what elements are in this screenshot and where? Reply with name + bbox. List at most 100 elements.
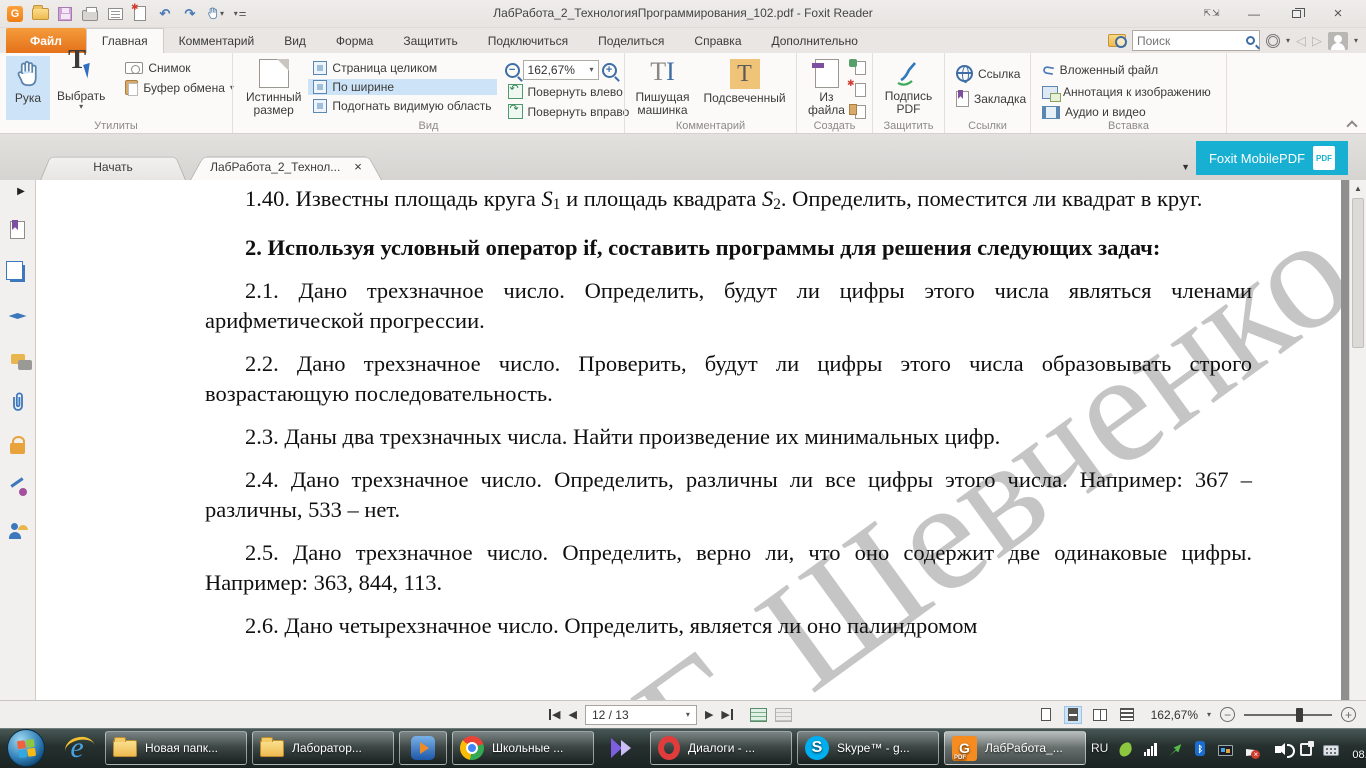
go-to-page-view-icon[interactable] xyxy=(750,708,767,722)
start-button[interactable] xyxy=(7,729,45,767)
print-icon[interactable] xyxy=(81,5,99,23)
tab-document[interactable]: ЛабРабота_2_Технол... × xyxy=(190,153,382,180)
fullscreen-icon[interactable]: ⇱⇲ xyxy=(1192,4,1232,24)
zoom-combobox[interactable]: 162,67%▾ xyxy=(523,60,599,80)
search-icon[interactable] xyxy=(1246,36,1255,45)
attach-file-button[interactable]: ⊂Вложенный файл xyxy=(1037,60,1216,80)
link-button[interactable]: Ссылка xyxy=(951,64,1031,83)
search-box[interactable] xyxy=(1132,30,1260,51)
tab-comment[interactable]: Комментарий xyxy=(164,28,270,53)
bookmark-button[interactable]: Закладка xyxy=(951,90,1031,108)
zoom-in-icon[interactable]: + xyxy=(602,63,617,78)
network-signal-icon[interactable] xyxy=(1142,740,1158,756)
taskbar-chrome-button[interactable]: Школьные ... xyxy=(452,731,594,765)
undo-icon[interactable]: ↶ xyxy=(156,5,174,23)
action-center-icon[interactable] xyxy=(1242,740,1258,756)
page-number-box[interactable]: 12 / 13▾ xyxy=(585,705,697,725)
scheduler-tray-icon[interactable] xyxy=(1298,740,1314,756)
minimize-button[interactable]: — xyxy=(1234,4,1274,24)
touch-keyboard-icon[interactable] xyxy=(1323,740,1339,756)
signature-panel-icon[interactable] xyxy=(8,478,28,498)
snapshot-button[interactable]: Снимок xyxy=(120,60,239,76)
foxit-mobilepdf-button[interactable]: Foxit MobilePDF PDF xyxy=(1196,141,1348,175)
hand-tool-icon[interactable]: ▾ xyxy=(206,5,224,23)
account-avatar[interactable] xyxy=(1328,32,1348,50)
save-icon[interactable] xyxy=(56,5,74,23)
taskbar-foxit-button[interactable]: GЛабРабота_... xyxy=(944,731,1086,765)
attachments-panel-icon[interactable] xyxy=(8,392,28,412)
typewriter-button[interactable]: TI Пишущая машинка xyxy=(628,56,696,120)
tab-share[interactable]: Поделиться xyxy=(583,28,679,53)
zoom-out-icon[interactable]: − xyxy=(505,63,520,78)
tab-home[interactable]: Главная xyxy=(86,28,164,53)
tab-connect[interactable]: Подключиться xyxy=(473,28,583,53)
taskbar-skype-button[interactable]: SSkype™ - g... xyxy=(797,731,939,765)
security-panel-icon[interactable] xyxy=(8,435,28,455)
usb-eject-icon[interactable] xyxy=(1167,740,1183,756)
search-folder-icon[interactable] xyxy=(1108,34,1126,47)
antivirus-tray-icon[interactable] xyxy=(1117,740,1133,756)
continuous-view-icon[interactable] xyxy=(1064,706,1082,724)
customize-toolbar-icon[interactable]: ▾= xyxy=(231,5,249,23)
blank-document-icon[interactable]: ✱ xyxy=(850,82,866,98)
sign-pdf-button[interactable]: Подпись PDF xyxy=(879,56,938,120)
clock[interactable]: 21:06 08.10.2018 xyxy=(1352,734,1366,762)
language-indicator[interactable]: RU xyxy=(1091,741,1108,755)
tab-form[interactable]: Форма xyxy=(321,28,388,53)
history-back-icon[interactable]: ◁ xyxy=(1296,33,1306,49)
pages-panel-icon[interactable] xyxy=(8,263,28,283)
account-dropdown-icon[interactable]: ▾ xyxy=(1354,37,1358,45)
share-panel-icon[interactable] xyxy=(8,521,28,541)
tab-help[interactable]: Справка xyxy=(679,28,756,53)
close-tab-icon[interactable]: × xyxy=(354,159,362,174)
volume-icon[interactable] xyxy=(1267,740,1289,756)
redo-icon[interactable]: ↷ xyxy=(181,5,199,23)
gear-dropdown-icon[interactable]: ▾ xyxy=(1286,37,1290,45)
open-file-icon[interactable] xyxy=(31,5,49,23)
zoom-out-button[interactable]: − xyxy=(1220,707,1235,722)
layers-panel-icon[interactable] xyxy=(8,306,28,326)
taskbar-folder1-button[interactable]: Новая папк... xyxy=(105,731,247,765)
restore-button[interactable] xyxy=(1276,4,1316,24)
expand-panel-icon[interactable]: ▶ xyxy=(11,185,31,197)
bookmarks-panel-icon[interactable] xyxy=(8,220,28,240)
prev-page-button[interactable]: ◀ xyxy=(568,708,576,721)
highlight-button[interactable]: T Подсвеченный xyxy=(696,56,792,120)
history-forward-icon[interactable]: ▷ xyxy=(1312,33,1322,49)
continuous-facing-view-icon[interactable] xyxy=(1118,706,1136,724)
close-button[interactable]: × xyxy=(1318,4,1358,24)
from-file-button[interactable]: Из файла xyxy=(803,56,850,120)
zoom-slider[interactable] xyxy=(1244,714,1332,716)
from-scanner-icon[interactable] xyxy=(850,60,866,76)
zoom-slider-thumb[interactable] xyxy=(1296,708,1303,722)
fit-visible-button[interactable]: Подогнать видимую область xyxy=(308,98,496,114)
bluetooth-icon[interactable]: ᛒ xyxy=(1192,740,1208,756)
gear-icon[interactable] xyxy=(1266,34,1280,48)
tab-protect[interactable]: Защитить xyxy=(388,28,472,53)
audio-video-button[interactable]: Аудио и видео xyxy=(1037,104,1216,120)
last-page-button[interactable]: ▶ xyxy=(721,708,733,721)
scroll-up-icon[interactable]: ▲ xyxy=(1350,180,1366,196)
image-annotation-button[interactable]: Аннотация к изображению xyxy=(1037,84,1216,100)
search-input[interactable] xyxy=(1137,34,1246,48)
taskbar-opera-button[interactable]: Диалоги - ... xyxy=(650,731,792,765)
select-tool-button[interactable]: T Выбрать ▾ xyxy=(50,56,112,120)
first-page-button[interactable]: ◀ xyxy=(548,708,560,721)
comments-panel-icon[interactable] xyxy=(8,349,28,369)
single-page-view-icon[interactable] xyxy=(1037,706,1055,724)
pdf-page[interactable]: Т.Г. Шевченко 1.40. Известны площадь кру… xyxy=(36,180,1341,700)
tab-list-dropdown-icon[interactable]: ▼ xyxy=(1181,162,1190,172)
rotate-left-button[interactable]: Повернуть влево xyxy=(503,83,635,100)
taskbar-folder2-button[interactable]: Лаборатор... xyxy=(252,731,394,765)
zoom-in-button[interactable]: + xyxy=(1341,707,1356,722)
new-document-icon[interactable] xyxy=(131,5,149,23)
tab-view[interactable]: Вид xyxy=(269,28,321,53)
actual-size-button[interactable]: Истинный размер xyxy=(239,56,308,120)
rotate-right-button[interactable]: Повернуть вправо xyxy=(503,103,635,120)
facing-view-icon[interactable] xyxy=(1091,706,1109,724)
tab-extras[interactable]: Дополнительно xyxy=(757,28,873,53)
next-page-button[interactable]: ▶ xyxy=(705,708,713,721)
scrollbar-thumb[interactable] xyxy=(1352,198,1364,348)
fit-page-button[interactable]: Страница целиком xyxy=(308,60,496,76)
taskbar-ie-icon[interactable]: e xyxy=(54,729,100,767)
